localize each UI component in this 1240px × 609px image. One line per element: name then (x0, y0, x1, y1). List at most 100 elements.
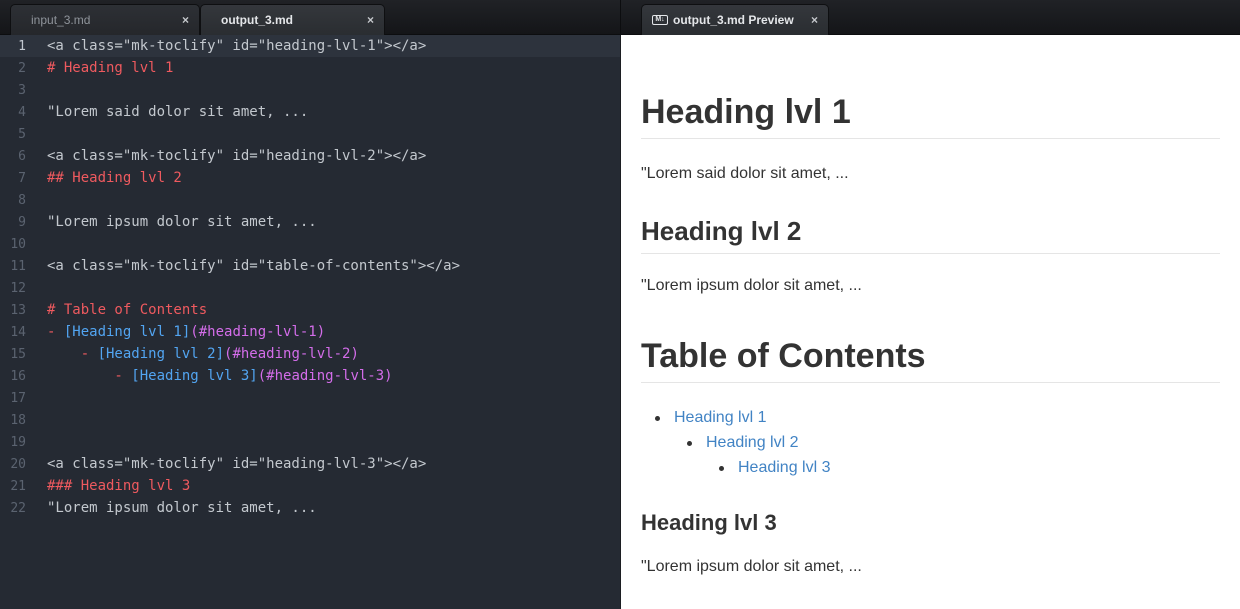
line-code: "Lorem said dolor sit amet, ... (36, 104, 308, 120)
line-code: # Heading lvl 1 (36, 60, 173, 76)
bullet (655, 415, 660, 421)
line-number: 11 (10, 258, 26, 274)
line-code: - [Heading lvl 1](#heading-lvl-1) (36, 324, 325, 340)
line-number: 2 (18, 60, 26, 76)
editor-line[interactable]: 15 - [Heading lvl 2](#heading-lvl-2) (0, 343, 620, 365)
line-code: <a class="mk-toclify" id="heading-lvl-3"… (36, 456, 426, 472)
bullet (687, 440, 692, 446)
tab-label: output_3.md (221, 13, 293, 27)
markdown-heading: # Table of Contents (47, 302, 208, 318)
line-number: 9 (18, 214, 26, 230)
line-code: <a class="mk-toclify" id="heading-lvl-1"… (36, 38, 426, 54)
editor-line[interactable]: 6 <a class="mk-toclify" id="heading-lvl-2… (0, 145, 620, 167)
preview-heading-lvl-1: Heading lvl 1 (641, 93, 1220, 139)
line-number: 22 (10, 500, 26, 516)
line-number: 6 (18, 148, 26, 164)
line-number: 12 (10, 280, 26, 296)
preview-heading-toc: Table of Contents (641, 337, 1220, 383)
tab-label: input_3.md (31, 13, 91, 27)
code-text: <a class="mk-toclify" id="table-of-conte… (47, 258, 461, 274)
toc-link[interactable]: Heading lvl 3 (738, 459, 831, 477)
markdown-heading: ### Heading lvl 3 (47, 478, 191, 494)
editor-line[interactable]: 1 <a class="mk-toclify" id="heading-lvl-1… (0, 35, 620, 57)
editor-line[interactable]: 16 - [Heading lvl 3](#heading-lvl-3) (0, 365, 620, 387)
toc-item-heading-lvl-1[interactable]: Heading lvl 1 (655, 409, 767, 427)
tab-output-3-md[interactable]: output_3.md × (200, 4, 385, 35)
link-text: [Heading lvl 2] (97, 346, 225, 362)
line-number: 3 (18, 82, 26, 98)
list-marker: - (47, 346, 98, 362)
tab-input-3-md[interactable]: input_3.md × (10, 4, 200, 35)
list-marker: - (47, 324, 64, 340)
editor-line[interactable]: 17 (0, 387, 620, 409)
preview-heading-lvl-3: Heading lvl 3 (641, 510, 777, 535)
line-number: 10 (10, 236, 26, 252)
line-code: "Lorem ipsum dolor sit amet, ... (36, 214, 317, 230)
code-text: <a class="mk-toclify" id="heading-lvl-1"… (47, 38, 427, 54)
toc-item-heading-lvl-2[interactable]: Heading lvl 2 (687, 434, 799, 452)
close-icon[interactable]: × (811, 13, 818, 27)
line-code: # Table of Contents (36, 302, 207, 318)
preview-tab-bar: M↓ output_3.md Preview × (620, 0, 1240, 35)
markdown-icon: M↓ (652, 15, 668, 25)
tab-output-3-md-preview[interactable]: M↓ output_3.md Preview × (641, 4, 829, 35)
markdown-preview: Heading lvl 1 "Lorem said dolor sit amet… (621, 35, 1240, 609)
editor-line[interactable]: 3 (0, 79, 620, 101)
line-number: 5 (18, 126, 26, 142)
editor-tab-bar: input_3.md × output_3.md × (0, 0, 620, 35)
line-code: "Lorem ipsum dolor sit amet, ... (36, 500, 317, 516)
tab-label: output_3.md Preview (673, 13, 794, 27)
link-url: (#heading-lvl-1) (190, 324, 326, 340)
line-number: 8 (18, 192, 26, 208)
line-code: - [Heading lvl 3](#heading-lvl-3) (36, 368, 392, 384)
toc-link[interactable]: Heading lvl 1 (674, 409, 767, 427)
line-number: 16 (10, 368, 26, 384)
code-text: <a class="mk-toclify" id="heading-lvl-3"… (47, 456, 427, 472)
preview-paragraph: "Lorem ipsum dolor sit amet, ... (641, 558, 862, 575)
code-text: "Lorem ipsum dolor sit amet, ... (47, 500, 317, 516)
editor-line[interactable]: 2 # Heading lvl 1 (0, 57, 620, 79)
editor-line[interactable]: 14 - [Heading lvl 1](#heading-lvl-1) (0, 321, 620, 343)
line-code: ### Heading lvl 3 (36, 478, 190, 494)
editor-line[interactable]: 8 (0, 189, 620, 211)
editor-line[interactable]: 13 # Table of Contents (0, 299, 620, 321)
close-icon[interactable]: × (367, 13, 374, 27)
line-number: 13 (10, 302, 26, 318)
line-number: 18 (10, 412, 26, 428)
code-text: "Lorem ipsum dolor sit amet, ... (47, 214, 317, 230)
line-number: 21 (10, 478, 26, 494)
link-url: (#heading-lvl-2) (224, 346, 359, 362)
line-code: <a class="mk-toclify" id="table-of-conte… (36, 258, 460, 274)
editor-line[interactable]: 4 "Lorem said dolor sit amet, ... (0, 101, 620, 123)
editor-line[interactable]: 12 (0, 277, 620, 299)
toc-link[interactable]: Heading lvl 2 (706, 434, 799, 452)
line-number: 15 (10, 346, 26, 362)
editor-line[interactable]: 19 (0, 431, 620, 453)
editor-line[interactable]: 7 ## Heading lvl 2 (0, 167, 620, 189)
code-text: "Lorem said dolor sit amet, ... (47, 104, 309, 120)
link-text: [Heading lvl 3] (131, 368, 258, 384)
editor-line[interactable]: 18 (0, 409, 620, 431)
close-icon[interactable]: × (182, 13, 189, 27)
toc-item-heading-lvl-3[interactable]: Heading lvl 3 (719, 459, 831, 477)
preview-paragraph: "Lorem said dolor sit amet, ... (641, 165, 849, 182)
line-number: 20 (10, 456, 26, 472)
list-marker: - (47, 368, 132, 384)
line-code: - [Heading lvl 2](#heading-lvl-2) (36, 346, 359, 362)
editor-line[interactable]: 11 <a class="mk-toclify" id="table-of-con… (0, 255, 620, 277)
editor-line[interactable]: 22 "Lorem ipsum dolor sit amet, ... (0, 497, 620, 519)
line-number: 1 (18, 38, 26, 54)
bullet (719, 465, 724, 471)
line-number: 17 (10, 390, 26, 406)
editor-line[interactable]: 10 (0, 233, 620, 255)
preview-heading-lvl-2: Heading lvl 2 (641, 216, 1220, 254)
code-editor[interactable]: 1 <a class="mk-toclify" id="heading-lvl-1… (0, 35, 620, 609)
editor-line[interactable]: 5 (0, 123, 620, 145)
line-number: 7 (18, 170, 26, 186)
line-code: ## Heading lvl 2 (36, 170, 182, 186)
preview-paragraph: "Lorem ipsum dolor sit amet, ... (641, 277, 862, 294)
editor-line[interactable]: 20 <a class="mk-toclify" id="heading-lvl-… (0, 453, 620, 475)
editor-line[interactable]: 21 ### Heading lvl 3 (0, 475, 620, 497)
markdown-heading: # Heading lvl 1 (47, 60, 174, 76)
editor-line[interactable]: 9 "Lorem ipsum dolor sit amet, ... (0, 211, 620, 233)
